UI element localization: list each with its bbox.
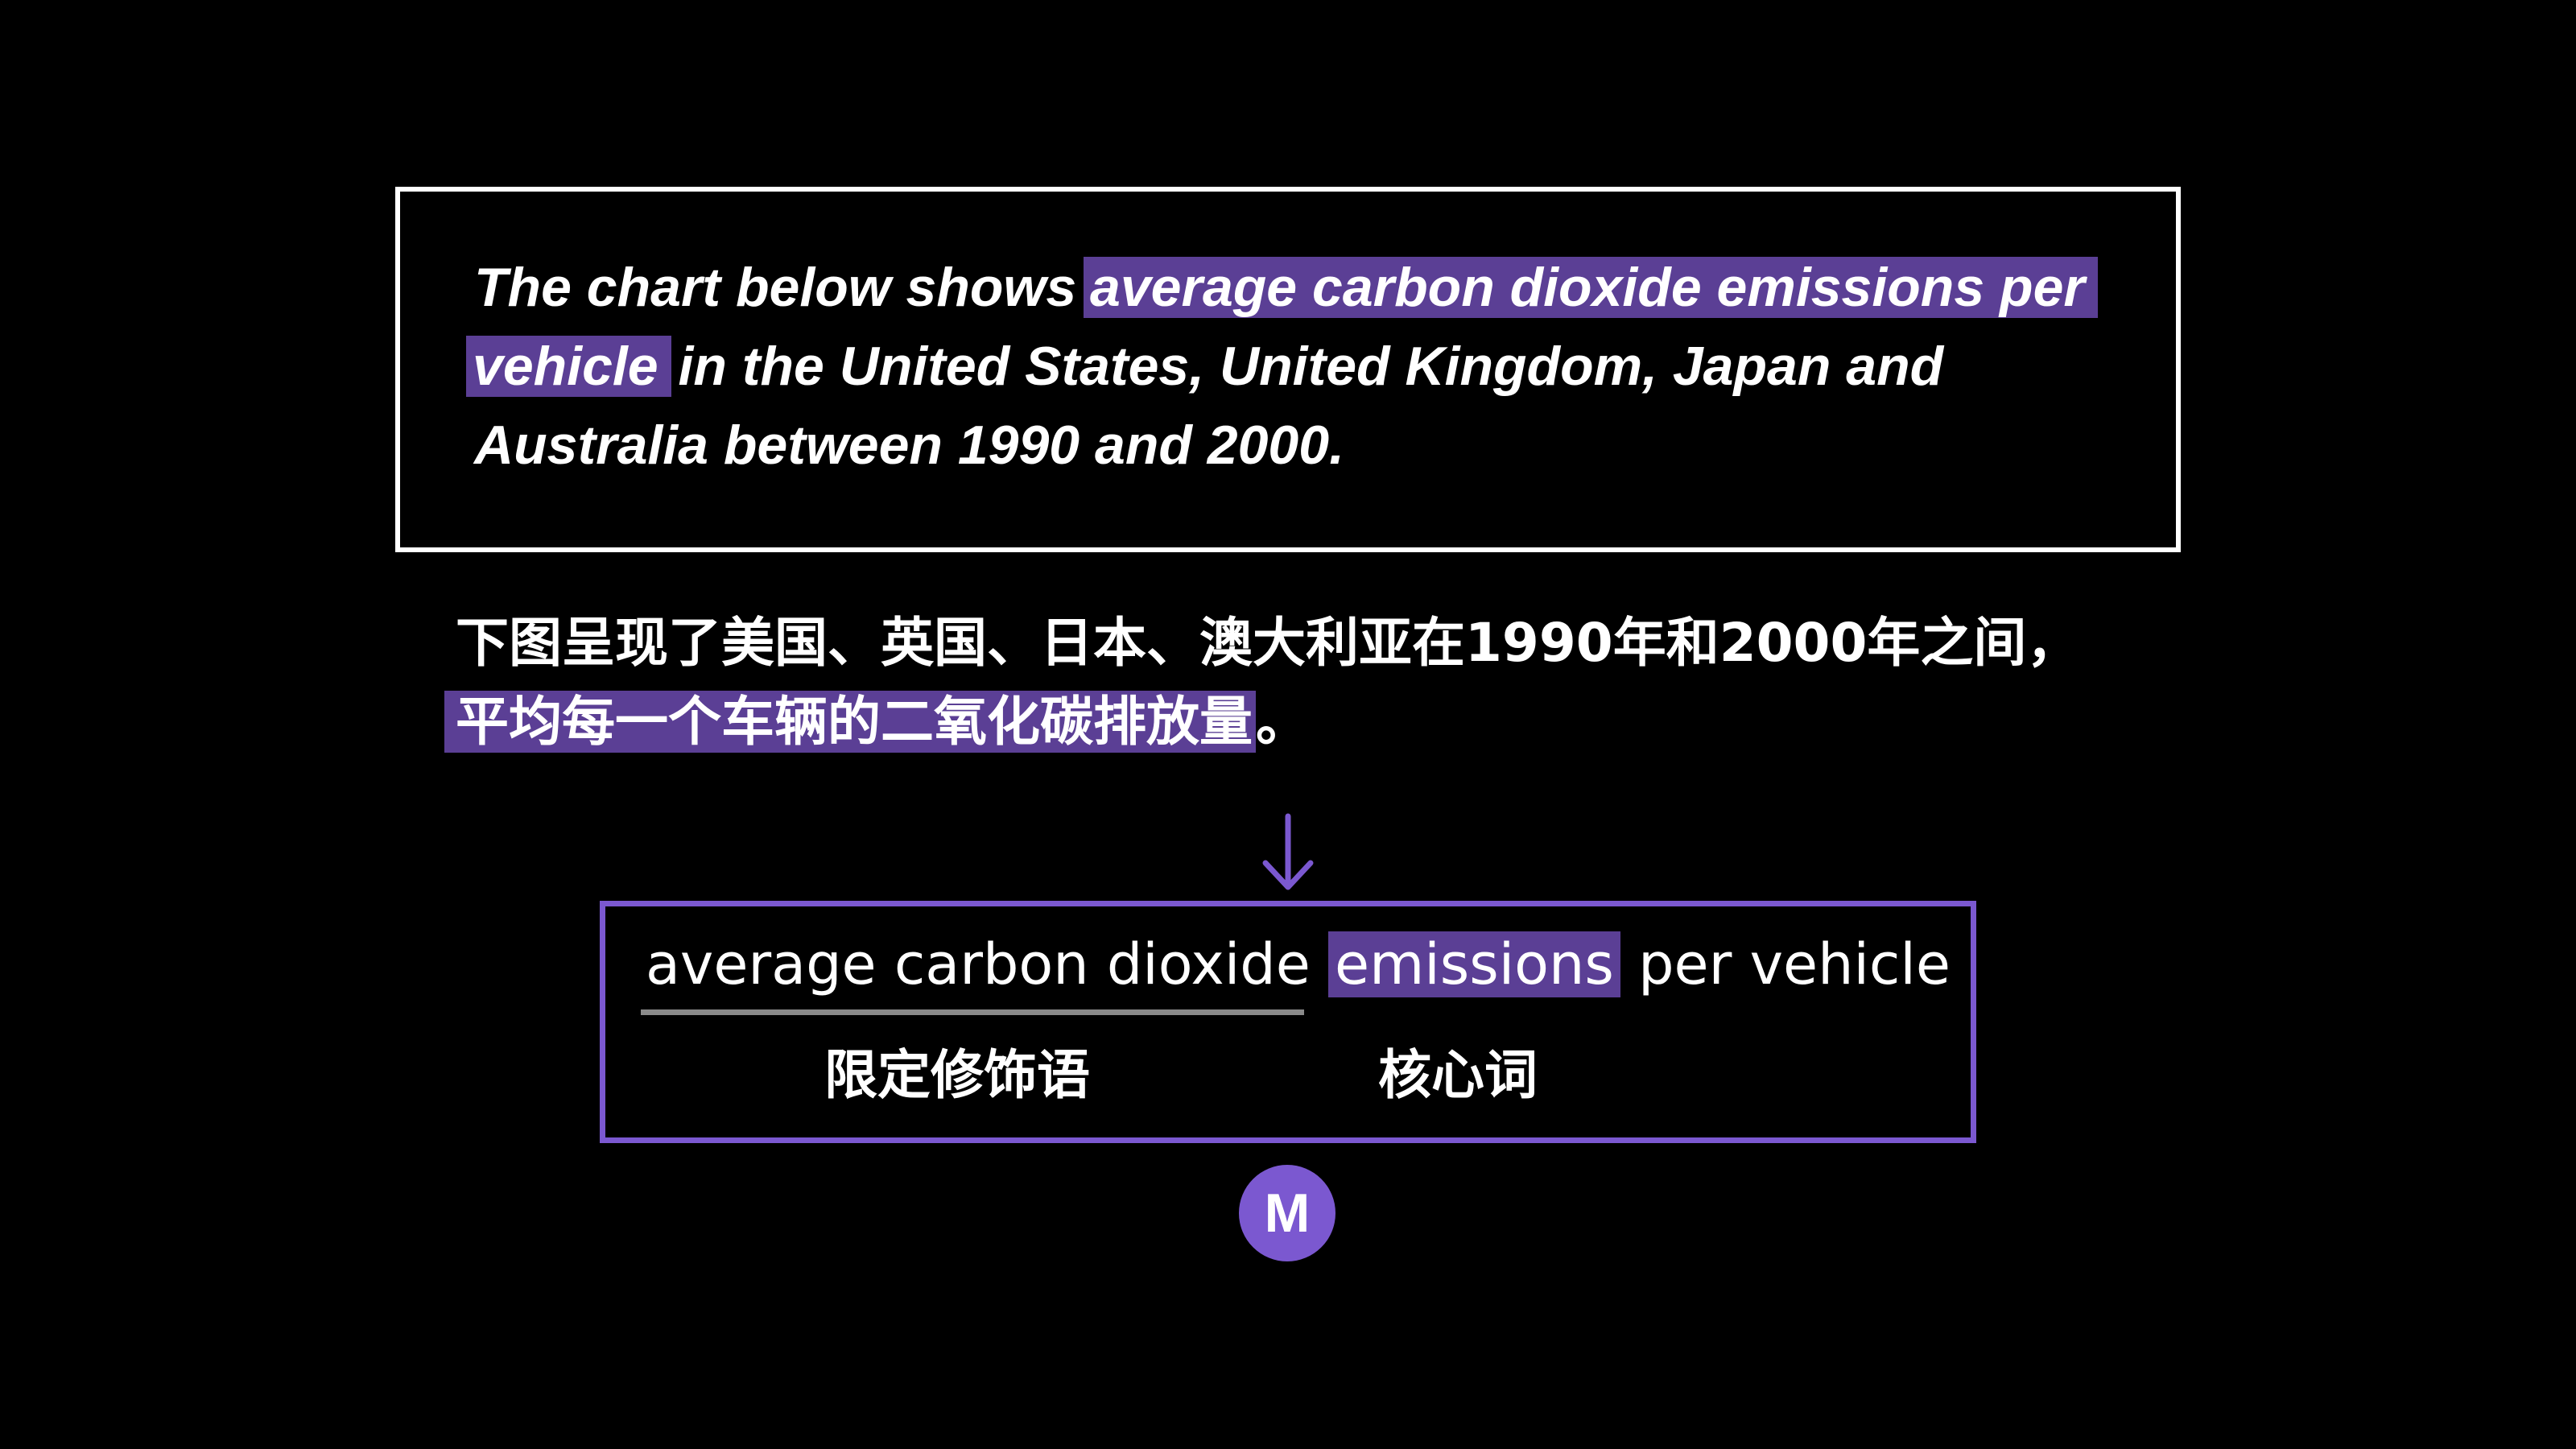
- chinese-translation: 下图呈现了美国、英国、日本、澳大利亚在1990年和2000年之间， 平均每一个车辆…: [444, 604, 2146, 762]
- translation-highlight: 平均每一个车辆的二氧化碳排放量: [444, 691, 1256, 753]
- translation-end-mark: 。: [1256, 691, 1309, 753]
- down-arrow-icon: [1262, 813, 1314, 890]
- phrase-tail: per vehicle: [1638, 931, 1951, 997]
- prompt-text-start: The chart below shows: [474, 257, 1092, 318]
- phrase-modifier: average carbon dioxide: [646, 931, 1311, 997]
- translation-line-1: 下图呈现了美国、英国、日本、澳大利亚在1990年和2000年之间，: [456, 612, 2080, 674]
- prompt-text: The chart below shows average carbon dio…: [466, 248, 2116, 485]
- modifier-underline: [641, 1009, 1304, 1015]
- phrase-head-word: emissions: [1328, 931, 1620, 997]
- brand-logo: M: [1239, 1165, 1335, 1261]
- phrase-line: average carbon dioxide emissions per veh…: [646, 924, 1951, 1005]
- phrase-breakdown-box: average carbon dioxide emissions per veh…: [600, 901, 1976, 1143]
- head-word-label: 核心词: [1378, 1044, 1538, 1106]
- prompt-box: The chart below shows average carbon dio…: [395, 187, 2181, 552]
- prompt-text-end: in the United States, United Kingdom, Ja…: [474, 336, 1944, 476]
- modifier-label: 限定修饰语: [824, 1044, 1090, 1106]
